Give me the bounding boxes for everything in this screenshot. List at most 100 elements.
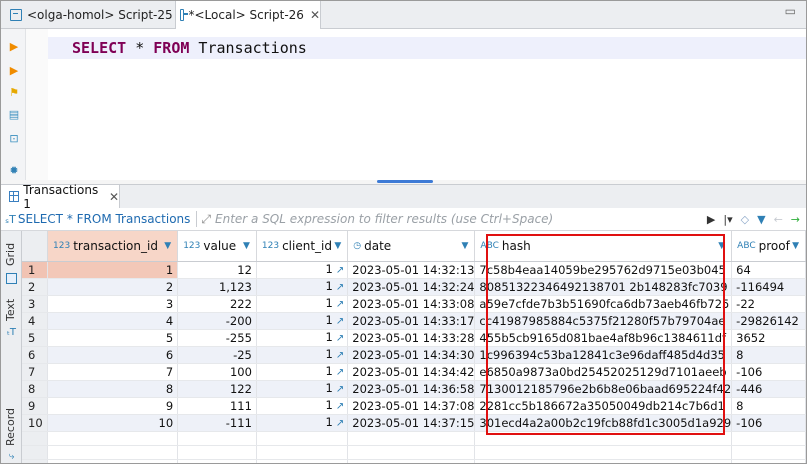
cell-client-id[interactable]: 1 ↗ [256,363,349,381]
link-icon[interactable]: ↗ [336,384,344,395]
execute-script-icon[interactable]: ▶ [8,65,20,77]
cell-value[interactable]: 100 [177,363,257,381]
cell-transaction-id[interactable]: 5 [47,329,179,347]
cell-transaction-id[interactable]: 3 [47,295,179,313]
cell-value[interactable]: 1,123 [177,278,257,296]
explain-plan-icon[interactable]: ⚑ [8,87,20,99]
column-header-client-id[interactable]: 123 client_id ▼ [256,231,349,262]
table-row[interactable]: 3 3 222 1 ↗ 2023-05-01 14:33:08 a59e7cfde7b3b5… [22,295,806,313]
cell-proof[interactable]: -106 [731,414,806,432]
apply-filter-icon[interactable]: ▶ [707,213,715,226]
sort-arrow-icon[interactable]: ▼ [718,241,725,251]
cell-transaction-id[interactable]: 10 [47,414,179,432]
grid-icon[interactable] [6,273,17,284]
cell-proof[interactable]: -22 [731,295,806,313]
clear-filter-icon[interactable]: ◇ [741,213,749,226]
cell-value[interactable]: -111 [177,414,257,432]
cell-date[interactable]: 2023-05-01 14:34:42 [347,363,476,381]
cell-date[interactable]: 2023-05-01 14:33:17 [347,312,476,330]
cell-proof[interactable]: -29826142 [731,312,806,330]
cell-hash[interactable]: 7130012185796e2b6b8e06baad695224f42 [474,380,733,398]
cell-date[interactable]: 2023-05-01 14:33:28 [347,329,476,347]
cell-hash[interactable]: 7c58b4eaa14059be295762d9715e03b045 [474,261,733,279]
minimize-icon[interactable]: ▭ [785,4,796,18]
cell-date[interactable]: 2023-05-01 14:37:08 [347,397,476,415]
cell-value[interactable]: 122 [177,380,257,398]
cell-transaction-id[interactable]: 7 [47,363,179,381]
record-icon[interactable]: ⤷ [6,451,17,462]
script-doc-icon[interactable]: ▤ [8,109,20,121]
cell-date[interactable]: 2023-05-01 14:33:08 [347,295,476,313]
gear-icon[interactable]: ✹ [8,165,20,177]
cell-value[interactable]: -255 [177,329,257,347]
text-icon[interactable]: ₜT [6,327,17,338]
sort-arrow-icon[interactable]: ▼ [243,241,250,251]
cell-hash[interactable]: 301ecd4a2a00b2c19fcb88fd1c3005d1a929 [474,414,733,432]
table-row[interactable]: 1 1 12 1 ↗ 2023-05-01 14:32:13 7c58b4eaa14059b… [22,261,806,279]
close-icon[interactable]: ✕ [109,190,119,204]
table-row[interactable]: 10 10 -111 1 ↗ 2023-05-01 14:37:15 301ecd4a2a0… [22,414,806,432]
row-number[interactable]: 10 [22,414,49,432]
expand-icon[interactable]: ⤢ [201,212,211,227]
cell-date[interactable]: 2023-05-01 14:34:30 [347,346,476,364]
cell-proof[interactable]: -116494 [731,278,806,296]
cell-date[interactable]: 2023-05-01 14:32:13 [347,261,476,279]
filter-input[interactable]: Enter a SQL expression to filter results… [215,212,553,226]
sort-arrow-icon[interactable]: ▼ [334,241,341,251]
cell-client-id[interactable]: 1 ↗ [256,278,349,296]
row-number[interactable]: 4 [22,312,49,330]
cell-proof[interactable]: -106 [731,363,806,381]
text-view-label[interactable]: Text [4,299,17,321]
cell-hash[interactable]: 2281cc5b186672a35050049db214c7b6d1 [474,397,733,415]
cell-value[interactable]: -25 [177,346,257,364]
cell-value[interactable]: 12 [177,261,257,279]
column-header-hash[interactable]: ABC hash ▼ [474,231,733,262]
cell-proof[interactable]: 3652 [731,329,806,347]
history-dropdown-icon[interactable]: |▾ [723,213,732,226]
column-header-proof[interactable]: ABC proof ▼ [731,231,806,262]
cell-transaction-id[interactable]: 2 [47,278,179,296]
cell-value[interactable]: 222 [177,295,257,313]
cell-hash[interactable]: e6850a9873a0bd25452025129d7101aeeb [474,363,733,381]
tab-script-26[interactable]: *<Local> Script-26 ✕ [175,1,321,29]
row-number[interactable]: 7 [22,363,49,381]
table-row[interactable]: 6 6 -25 1 ↗ 2023-05-01 14:34:30 1c996394c53ba1… [22,346,806,364]
sql-editor-line[interactable]: SELECT * FROM Transactions [48,37,806,59]
sort-arrow-icon[interactable]: ▼ [792,241,799,251]
forward-icon[interactable]: → [791,213,800,226]
row-number[interactable]: 2 [22,278,49,296]
table-row[interactable]: 5 5 -255 1 ↗ 2023-05-01 14:33:28 455b5cb9165d0… [22,329,806,347]
cell-client-id[interactable]: 1 ↗ [256,397,349,415]
table-row[interactable]: 8 8 122 1 ↗ 2023-05-01 14:36:58 7130012185796e… [22,380,806,398]
link-icon[interactable]: ↗ [336,333,344,344]
grid-view-label[interactable]: Grid [4,243,17,266]
cell-transaction-id[interactable]: 8 [47,380,179,398]
link-icon[interactable]: ↗ [336,316,344,327]
cell-client-id[interactable]: 1 ↗ [256,329,349,347]
cell-date[interactable]: 2023-05-01 14:36:58 [347,380,476,398]
cell-proof[interactable]: 8 [731,397,806,415]
cell-hash[interactable]: 455b5cb9165d081bae4af8b96c1384611df [474,329,733,347]
back-icon[interactable]: ← [774,213,783,226]
link-icon[interactable]: ↗ [336,350,344,361]
cell-hash[interactable]: cc41987985884c5375f21280f57b79704ae [474,312,733,330]
cell-client-id[interactable]: 1 ↗ [256,295,349,313]
link-icon[interactable]: ↗ [336,265,344,276]
sort-arrow-icon[interactable]: ▼ [461,241,468,251]
terminal-icon[interactable]: ⊡ [8,133,20,145]
link-icon[interactable]: ↗ [336,401,344,412]
column-header-value[interactable]: 123 value ▼ [177,231,257,262]
link-icon[interactable]: ↗ [336,367,344,378]
cell-hash[interactable]: a59e7cfde7b3b51690fca6db73aeb46fb725 [474,295,733,313]
row-number[interactable]: 1 [22,261,49,279]
row-number[interactable]: 8 [22,380,49,398]
cell-value[interactable]: -200 [177,312,257,330]
link-icon[interactable]: ↗ [336,299,344,310]
row-number[interactable]: 3 [22,295,49,313]
cell-proof[interactable]: 8 [731,346,806,364]
column-header-transaction-id[interactable]: 123 transaction_id ▼ [47,231,179,262]
tab-results[interactable]: Transactions 1 ✕ [1,183,120,211]
query-text[interactable]: SELECT * FROM Transactions [18,212,191,226]
execute-statement-icon[interactable]: ▶ [8,41,20,53]
row-number[interactable]: 5 [22,329,49,347]
